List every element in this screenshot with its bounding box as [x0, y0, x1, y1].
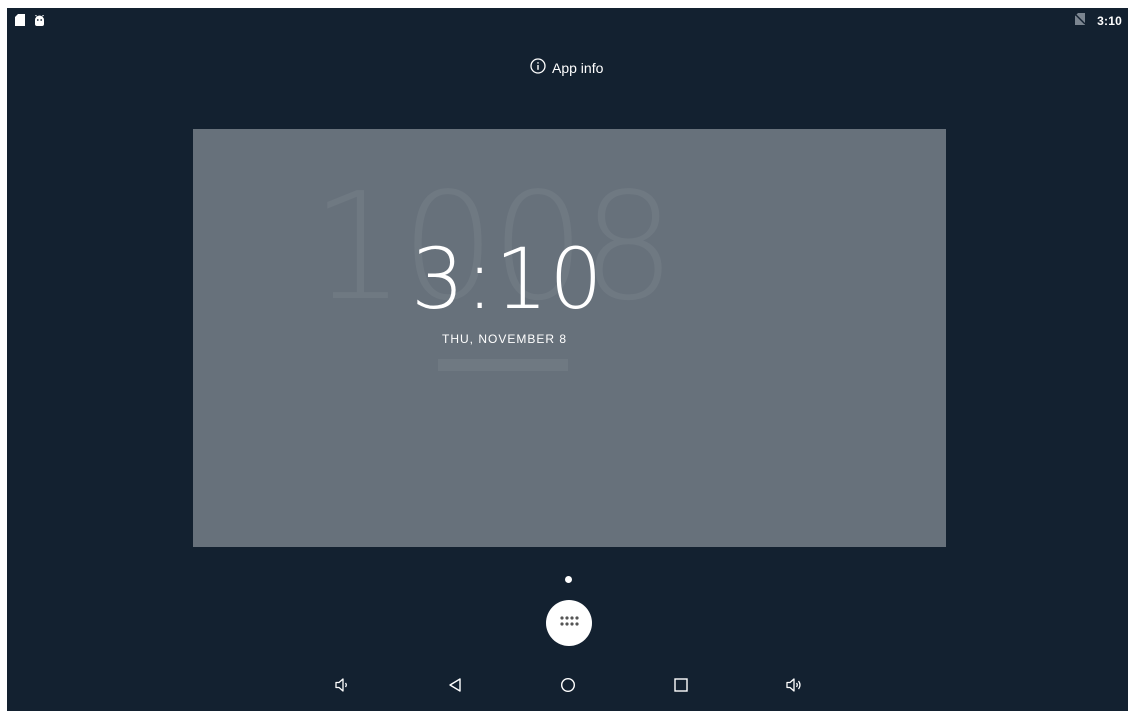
sd-card-icon: [15, 13, 25, 31]
volume-down-icon: [334, 677, 350, 698]
home-button[interactable]: [554, 673, 582, 701]
home-icon: [560, 677, 576, 698]
volume-up-icon: [785, 677, 803, 698]
notification-icons: [15, 13, 45, 31]
android-debug-icon: [34, 13, 45, 31]
system-status: 3:10: [1074, 12, 1122, 30]
no-sim-icon: [1074, 12, 1086, 30]
status-clock: 3:10: [1097, 14, 1122, 28]
page-indicator-dot: [565, 576, 572, 583]
widget-ghost-date: [438, 359, 568, 371]
clock-widget-preview[interactable]: 1008 3:10 THU, NOVEMBER 8: [193, 129, 946, 547]
widget-clock-date: THU, NOVEMBER 8: [442, 332, 568, 346]
navigation-bar: [7, 663, 1128, 711]
widget-clock-time: 3:10: [411, 230, 604, 328]
app-info-button[interactable]: App info: [530, 58, 603, 77]
recents-icon: [673, 677, 689, 698]
app-info-label: App info: [552, 59, 604, 76]
recents-button[interactable]: [667, 673, 695, 701]
volume-up-button[interactable]: [780, 673, 808, 701]
back-icon: [447, 677, 463, 698]
home-screen: 3:10 App info 1008 3:10 THU, NOVEMBER 8: [7, 8, 1128, 711]
all-apps-button[interactable]: [546, 600, 592, 646]
apps-grid-icon: [559, 614, 579, 632]
info-icon: [530, 58, 546, 77]
volume-down-button[interactable]: [328, 673, 356, 701]
back-button[interactable]: [441, 673, 469, 701]
status-bar: 3:10: [7, 8, 1128, 32]
